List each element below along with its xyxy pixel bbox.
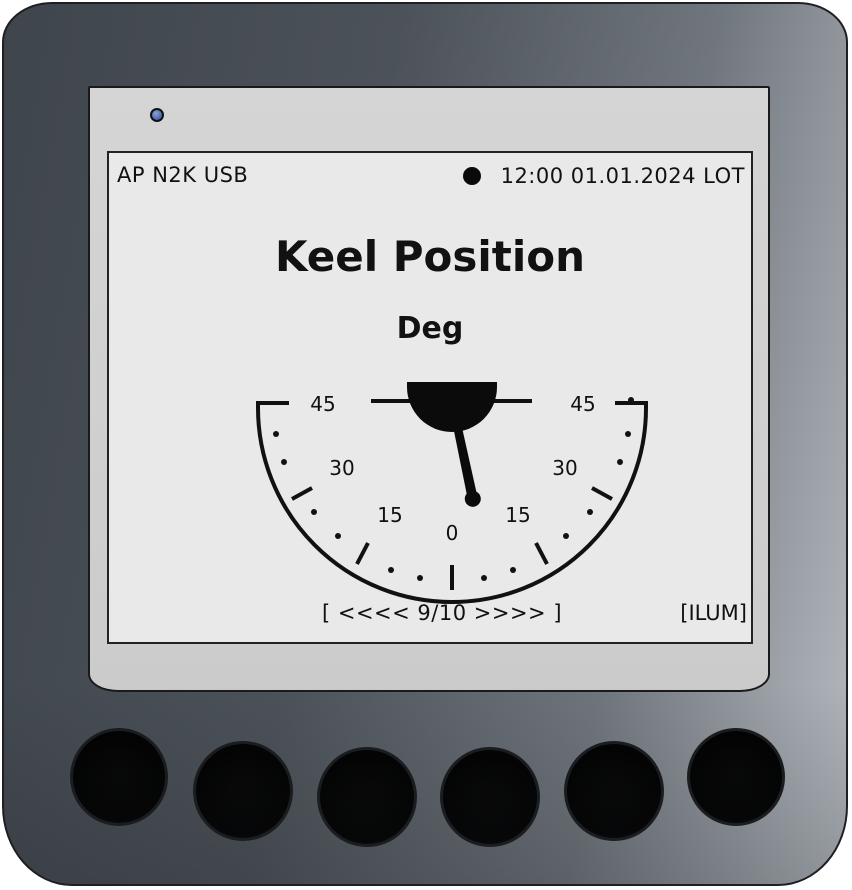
- scale-label-30-left: 30: [329, 456, 354, 480]
- scale-label-15-left: 15: [377, 503, 402, 527]
- tick-major: [534, 542, 549, 565]
- soft-key-1[interactable]: [70, 728, 168, 826]
- screen-bezel: AP N2K USB 12:00 01.01.2024 LOT Keel Pos…: [88, 86, 770, 692]
- scale-label-45-left: 45: [310, 392, 335, 416]
- soft-key-5[interactable]: [564, 741, 664, 841]
- illumination-button[interactable]: [ILUM]: [680, 601, 747, 625]
- tick-major: [291, 486, 313, 501]
- scale-label-30-right: 30: [552, 456, 577, 480]
- soft-key-6[interactable]: [687, 728, 785, 826]
- status-led-icon: [150, 108, 164, 122]
- page-indicator[interactable]: [ <<<< 9/10 >>>> ]: [322, 601, 562, 625]
- tick-major: [591, 486, 613, 501]
- soft-key-4[interactable]: [440, 747, 540, 847]
- soft-key-3[interactable]: [317, 747, 417, 847]
- scale-label-45-right: 45: [570, 392, 595, 416]
- scale-label-zero: 0: [446, 521, 459, 545]
- tick-major: [355, 542, 370, 565]
- soft-key-2[interactable]: [193, 741, 293, 841]
- keel-gauge: 45 45 30 30 15 15 0: [256, 382, 648, 604]
- lcd-screen: AP N2K USB 12:00 01.01.2024 LOT Keel Pos…: [107, 151, 753, 644]
- scale-label-15-right: 15: [505, 503, 530, 527]
- instrument-display: AP N2K USB 12:00 01.01.2024 LOT Keel Pos…: [2, 2, 848, 886]
